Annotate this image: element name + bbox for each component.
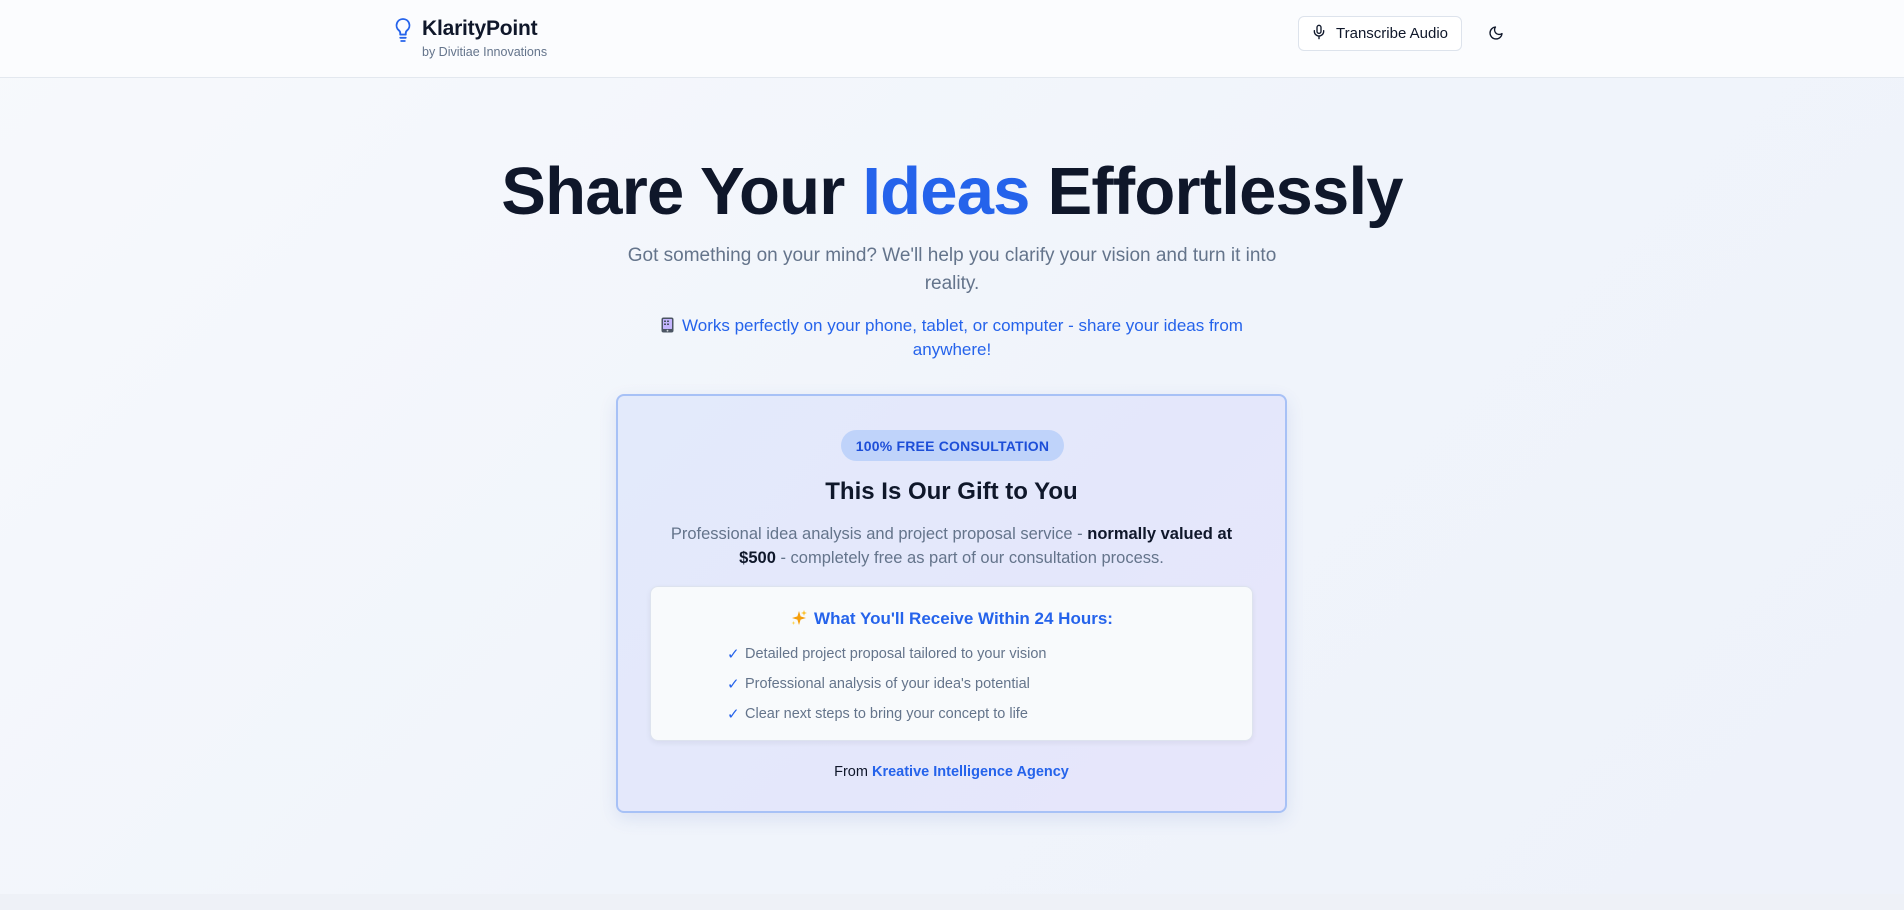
hero-title-accent: Ideas (862, 154, 1030, 229)
brand-subtitle: by Divitiae Innovations (422, 45, 548, 59)
gift-description-part2: - completely free as part of our consult… (775, 549, 1164, 567)
microphone-icon (1311, 24, 1327, 44)
list-item-text: Clear next steps to bring your concept t… (745, 706, 1028, 722)
hero-title: Share Your Ideas Effortlessly (0, 152, 1904, 232)
gift-description: Professional idea analysis and project p… (658, 522, 1245, 570)
top-header: KlarityPoint by Divitiae Innovations Tra… (0, 0, 1904, 78)
transcribe-audio-button[interactable]: Transcribe Audio (1298, 16, 1463, 51)
device-note: Works perfectly on your phone, tablet, o… (622, 314, 1282, 362)
list-item-text: Professional analysis of your idea's pot… (745, 676, 1030, 692)
list-item: ✓ Detailed project proposal tailored to … (727, 639, 1046, 669)
transcribe-audio-label: Transcribe Audio (1336, 25, 1449, 42)
hero-subtitle: Got something on your mind? We'll help y… (627, 245, 1277, 294)
brand-text: KlarityPoint by Divitiae Innovations (422, 16, 547, 60)
free-consultation-badge: 100% FREE CONSULTATION (841, 430, 1064, 461)
list-item: ✓ Clear next steps to bring your concept… (727, 699, 1046, 729)
list-item: ✓ Professional analysis of your idea's p… (727, 669, 1046, 699)
brand[interactable]: KlarityPoint by Divitiae Innovations (392, 16, 547, 60)
deliverables-title: What You'll Receive Within 24 Hours: (651, 607, 1252, 631)
moon-icon (1488, 25, 1504, 44)
theme-toggle-button[interactable] (1480, 18, 1512, 50)
check-icon: ✓ (727, 646, 740, 663)
agency-link[interactable]: Kreative Intelligence Agency (872, 764, 1069, 780)
check-icon: ✓ (727, 706, 740, 723)
hero-title-part1: Share Your (501, 154, 863, 229)
gift-title: This Is Our Gift to You (825, 478, 1078, 505)
hero-title-part2: Effortlessly (1029, 154, 1403, 229)
list-item-text: Detailed project proposal tailored to yo… (745, 646, 1047, 662)
next-section-edge (0, 894, 1904, 910)
deliverables-title-text: What You'll Receive Within 24 Hours: (814, 609, 1113, 628)
free-consultation-card: 100% FREE CONSULTATION This Is Our Gift … (616, 394, 1287, 813)
from-label: From (834, 764, 872, 780)
brand-name: KlarityPoint (422, 17, 538, 40)
check-icon: ✓ (727, 676, 740, 693)
mobile-phone-icon (661, 316, 674, 333)
from-line: From Kreative Intelligence Agency (618, 762, 1285, 782)
gift-description-part1: Professional idea analysis and project p… (670, 525, 1088, 543)
deliverables-list: ✓ Detailed project proposal tailored to … (727, 639, 1046, 729)
deliverables-box: What You'll Receive Within 24 Hours: ✓ D… (650, 586, 1253, 741)
device-note-text: Works perfectly on your phone, tablet, o… (682, 316, 1243, 359)
lightbulb-icon (392, 17, 414, 43)
sparkles-icon (790, 609, 808, 627)
